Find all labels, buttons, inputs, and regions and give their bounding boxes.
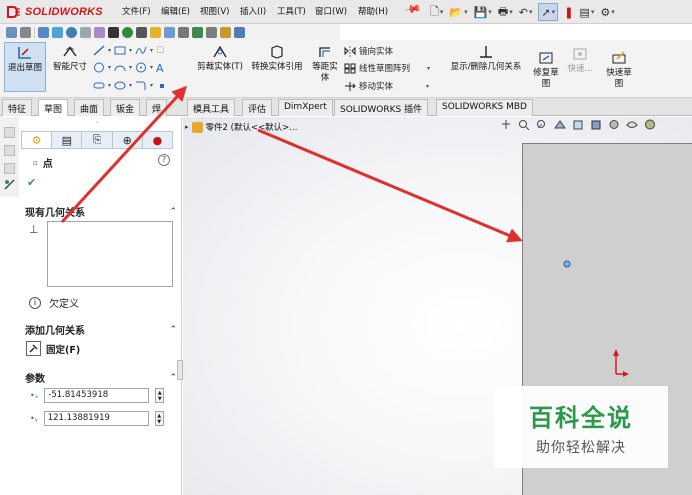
solidworks-window: SOLIDWORKS 文件(F) 编辑(E) 视图(V) 插入(I) 工具(T)… — [0, 0, 692, 495]
watermark-sub: 助你轻松解决 — [536, 439, 626, 456]
annotation-arrow-to-sketch-point — [257, 128, 523, 243]
origin-icon — [613, 349, 629, 377]
watermark: 百科全说 助你轻松解决 — [494, 386, 668, 468]
watermark-main: 百科全说 — [529, 403, 633, 432]
sketch-point[interactable] — [563, 260, 571, 268]
annotation-arrow-to-point-tool — [60, 85, 188, 224]
